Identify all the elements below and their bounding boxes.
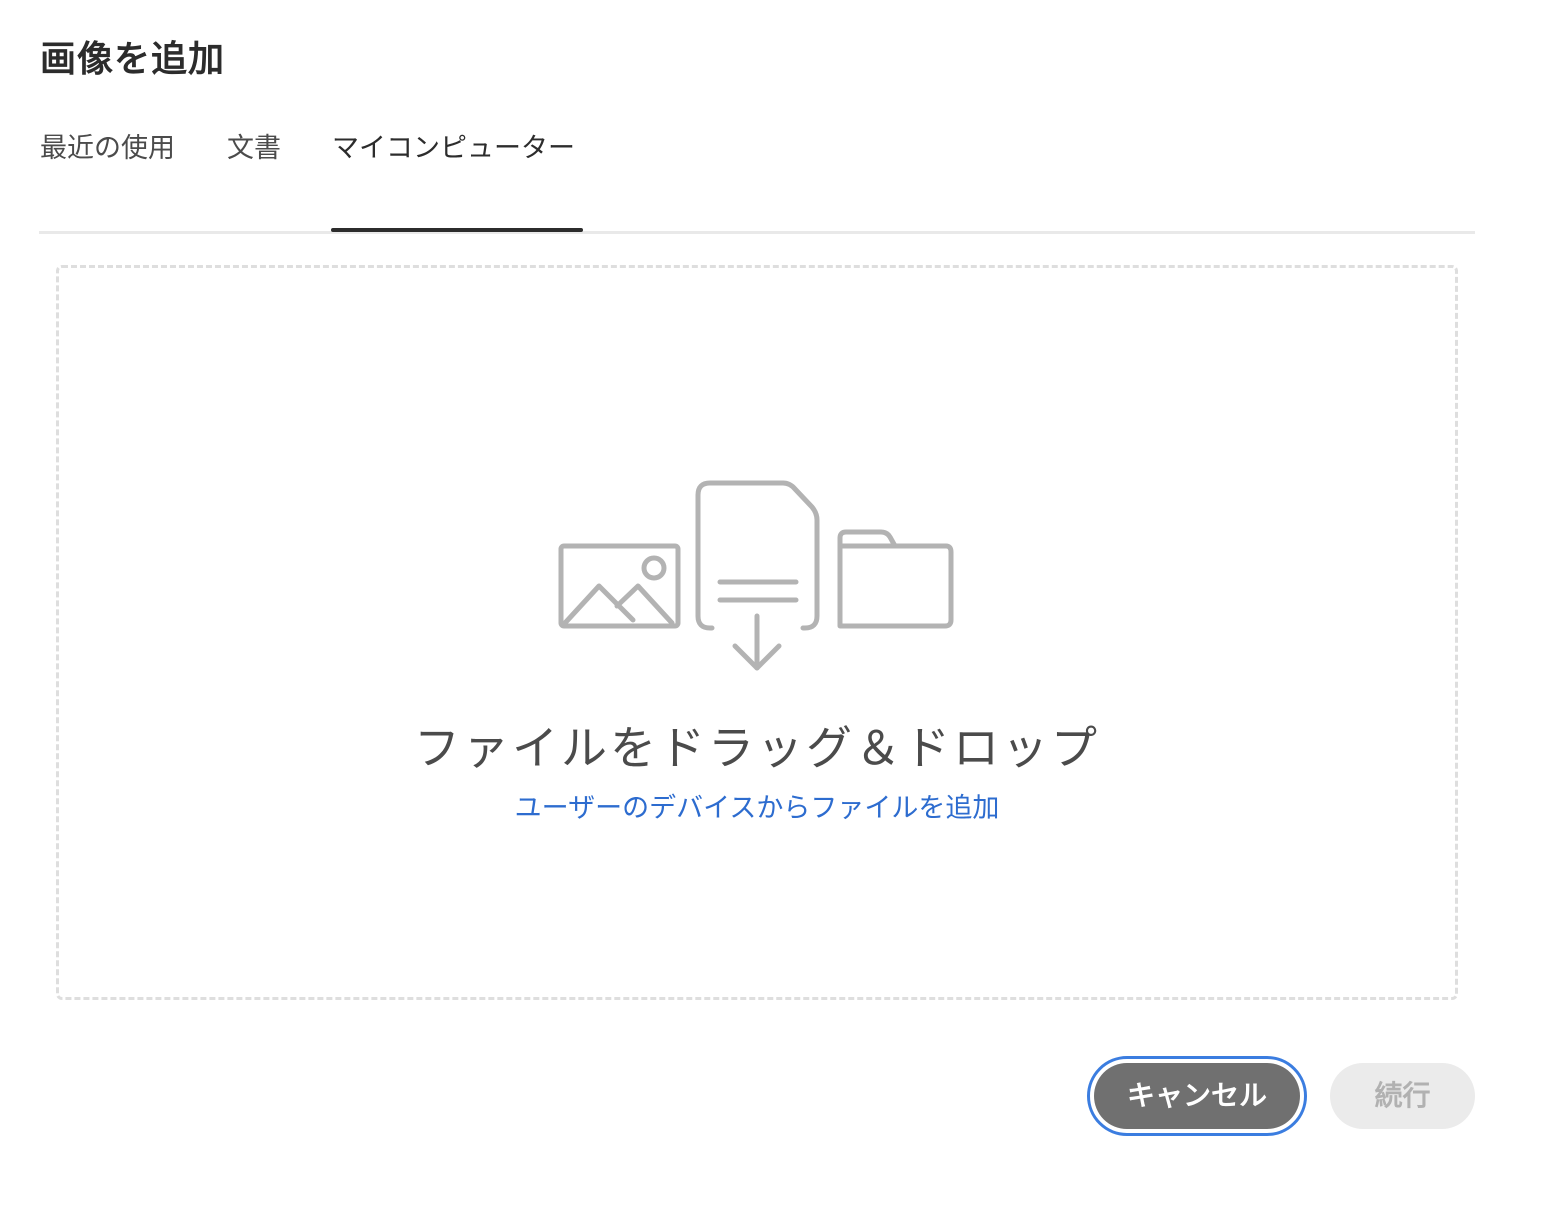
drop-instructions: ファイルをドラッグ＆ドロップ — [414, 721, 1100, 775]
tab-recent[interactable]: 最近の使用 — [40, 126, 175, 165]
tab-selected-indicator — [331, 228, 583, 232]
image-icon — [558, 543, 681, 629]
tab-documents[interactable]: 文書 — [227, 126, 281, 165]
browse-device-link[interactable]: ユーザーのデバイスからファイルを追加 — [0, 786, 1514, 825]
upload-illustration — [558, 480, 954, 671]
cancel-button[interactable]: キャンセル — [1087, 1056, 1307, 1136]
folder-icon — [837, 529, 954, 629]
cancel-button-label: キャンセル — [1094, 1063, 1300, 1129]
tab-my-computer[interactable]: マイコンピューター — [332, 126, 575, 165]
add-image-dialog: 画像を追加 最近の使用 文書 マイコンピューター ファイルをドラッグ＆ドロップ … — [0, 0, 1544, 1208]
document-download-icon — [695, 480, 820, 671]
tab-bar: 最近の使用 文書 マイコンピューター — [39, 0, 1475, 234]
continue-button[interactable]: 続行 — [1330, 1063, 1475, 1129]
